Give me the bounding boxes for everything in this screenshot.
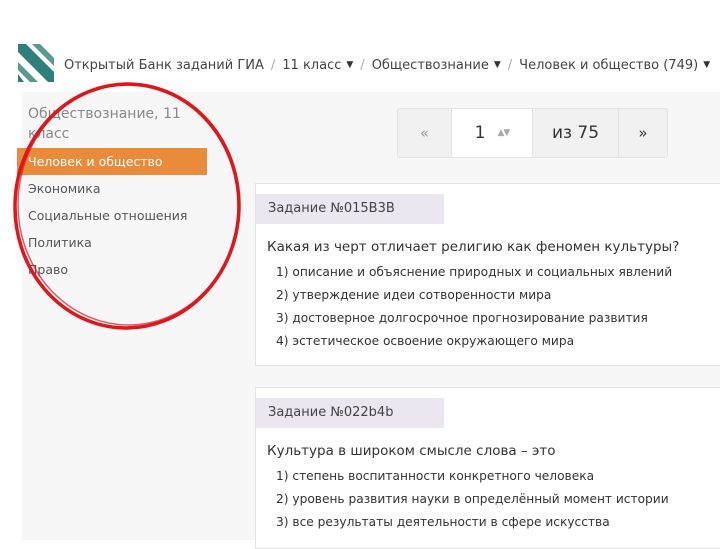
answer-options: 1) описание и объяснение природных и соц… — [276, 261, 720, 353]
answer-option: 1) степень воспитанности конкретного чел… — [276, 469, 595, 483]
sidebar-item-human-and-society[interactable]: Человек и общество — [17, 148, 207, 175]
page-number-input[interactable]: 1 ▲▼ — [452, 109, 533, 157]
answer-option: 4) эстетическое освоение окружающего мир… — [276, 334, 575, 348]
answer-option: 1) описание и объяснение природных и соц… — [276, 265, 673, 279]
sidebar-item-law[interactable]: Право — [17, 256, 207, 283]
answer-option: 3) все результаты деятельности в сфере и… — [276, 515, 610, 529]
breadcrumb-item-bank[interactable]: Открытый Банк заданий ГИА — [64, 58, 264, 73]
breadcrumb-item-topic[interactable]: Человек и общество (749) ▼ — [519, 58, 710, 73]
page-number-value: 1 — [474, 123, 486, 143]
caret-down-icon: ▼ — [703, 60, 711, 70]
breadcrumb-item-subject[interactable]: Обществознание ▼ — [372, 58, 501, 73]
breadcrumb-separator: / — [270, 57, 276, 73]
caret-down-icon: ▼ — [346, 60, 354, 70]
breadcrumb-label: Человек и общество (749) — [519, 57, 699, 73]
sidebar-item-economics[interactable]: Экономика — [17, 175, 207, 202]
page-total: из 75 — [533, 109, 619, 157]
task-id-tag[interactable]: Задание №022b4b — [256, 398, 444, 428]
breadcrumb-separator: / — [507, 57, 513, 73]
breadcrumb-label: Обществознание — [371, 57, 489, 73]
next-page-button[interactable]: » — [619, 109, 667, 157]
task-card: Задание №015B3B Какая из черт отличает р… — [255, 183, 720, 366]
prev-page-button[interactable]: « — [398, 109, 452, 157]
site-logo-icon[interactable] — [18, 44, 54, 82]
breadcrumb-label: 11 класс — [282, 57, 342, 73]
task-question: Культура в широком смысле слова – это — [267, 443, 556, 459]
breadcrumb-separator: / — [360, 57, 365, 73]
pagination: « 1 ▲▼ из 75 » — [397, 108, 668, 158]
breadcrumb: Открытый Банк заданий ГИА / 11 класс ▼ /… — [64, 55, 710, 75]
answer-option: 3) достоверное долгосрочное прогнозирова… — [276, 311, 648, 325]
sidebar-title: Обществознание, 11 класс — [28, 106, 181, 142]
sidebar: Обществознание, 11 класс Человек и общес… — [17, 104, 207, 283]
caret-down-icon: ▼ — [493, 60, 501, 70]
answer-options: 1) степень воспитанности конкретного чел… — [276, 465, 720, 534]
breadcrumb-label: Открытый Банк заданий ГИА — [64, 57, 264, 73]
number-spinner-icon[interactable]: ▲▼ — [497, 128, 510, 138]
answer-option: 2) утверждение идеи сотворенности мира — [276, 288, 552, 302]
breadcrumb-item-grade[interactable]: 11 класс ▼ — [282, 58, 353, 73]
sidebar-item-social-relations[interactable]: Социальные отношения — [17, 202, 207, 229]
task-id-tag[interactable]: Задание №015B3B — [256, 194, 444, 224]
task-card: Задание №022b4b Культура в широком смысл… — [255, 387, 720, 549]
sidebar-item-politics[interactable]: Политика — [17, 229, 207, 256]
answer-option: 2) уровень развития науки в определённый… — [276, 492, 669, 506]
task-question: Какая из черт отличает религию как феном… — [267, 239, 680, 255]
